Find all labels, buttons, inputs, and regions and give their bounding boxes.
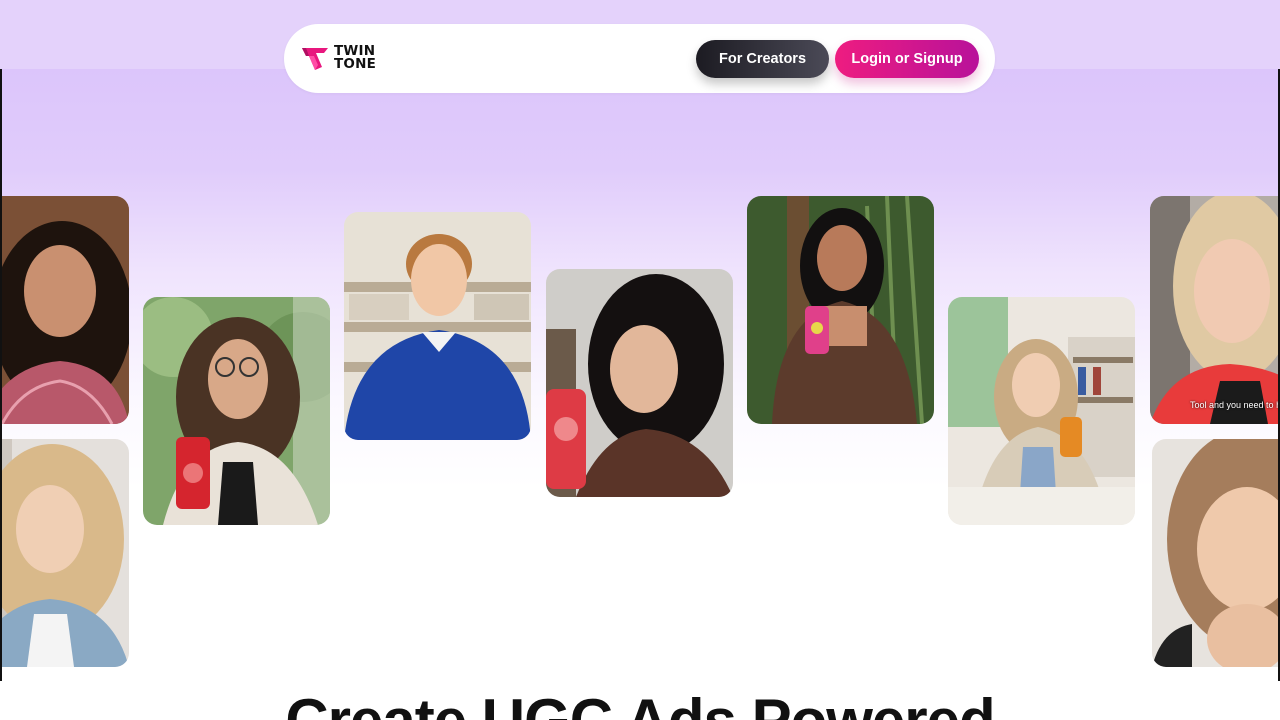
creator-card-1[interactable] [2, 196, 129, 424]
for-creators-button[interactable]: For Creators [696, 40, 829, 78]
creator-card-4[interactable] [344, 212, 531, 440]
creator-card-2[interactable] [2, 439, 129, 667]
creator-card-7[interactable] [948, 297, 1135, 525]
brand-name-line2: TONE [334, 56, 377, 72]
creator-card-5[interactable] [546, 269, 733, 497]
brand-logo[interactable]: TWIN TONE [300, 44, 376, 72]
creator-card-8[interactable]: Tool and you need to he [1150, 196, 1280, 424]
hero-section: Tool and you need to he [0, 69, 1280, 681]
twintone-logo-icon [302, 48, 328, 70]
login-signup-button[interactable]: Login or Signup [835, 40, 979, 78]
brand-wordmark: TWIN TONE [334, 44, 377, 72]
creator-card-6[interactable] [747, 196, 934, 424]
video-caption: Tool and you need to he [1190, 400, 1280, 410]
hero-headline: Create UGC Ads Powered [0, 686, 1280, 720]
creator-card-3[interactable] [143, 297, 330, 525]
creator-card-9[interactable] [1152, 439, 1278, 667]
top-nav: TWIN TONE For Creators Login or Signup [284, 24, 995, 93]
